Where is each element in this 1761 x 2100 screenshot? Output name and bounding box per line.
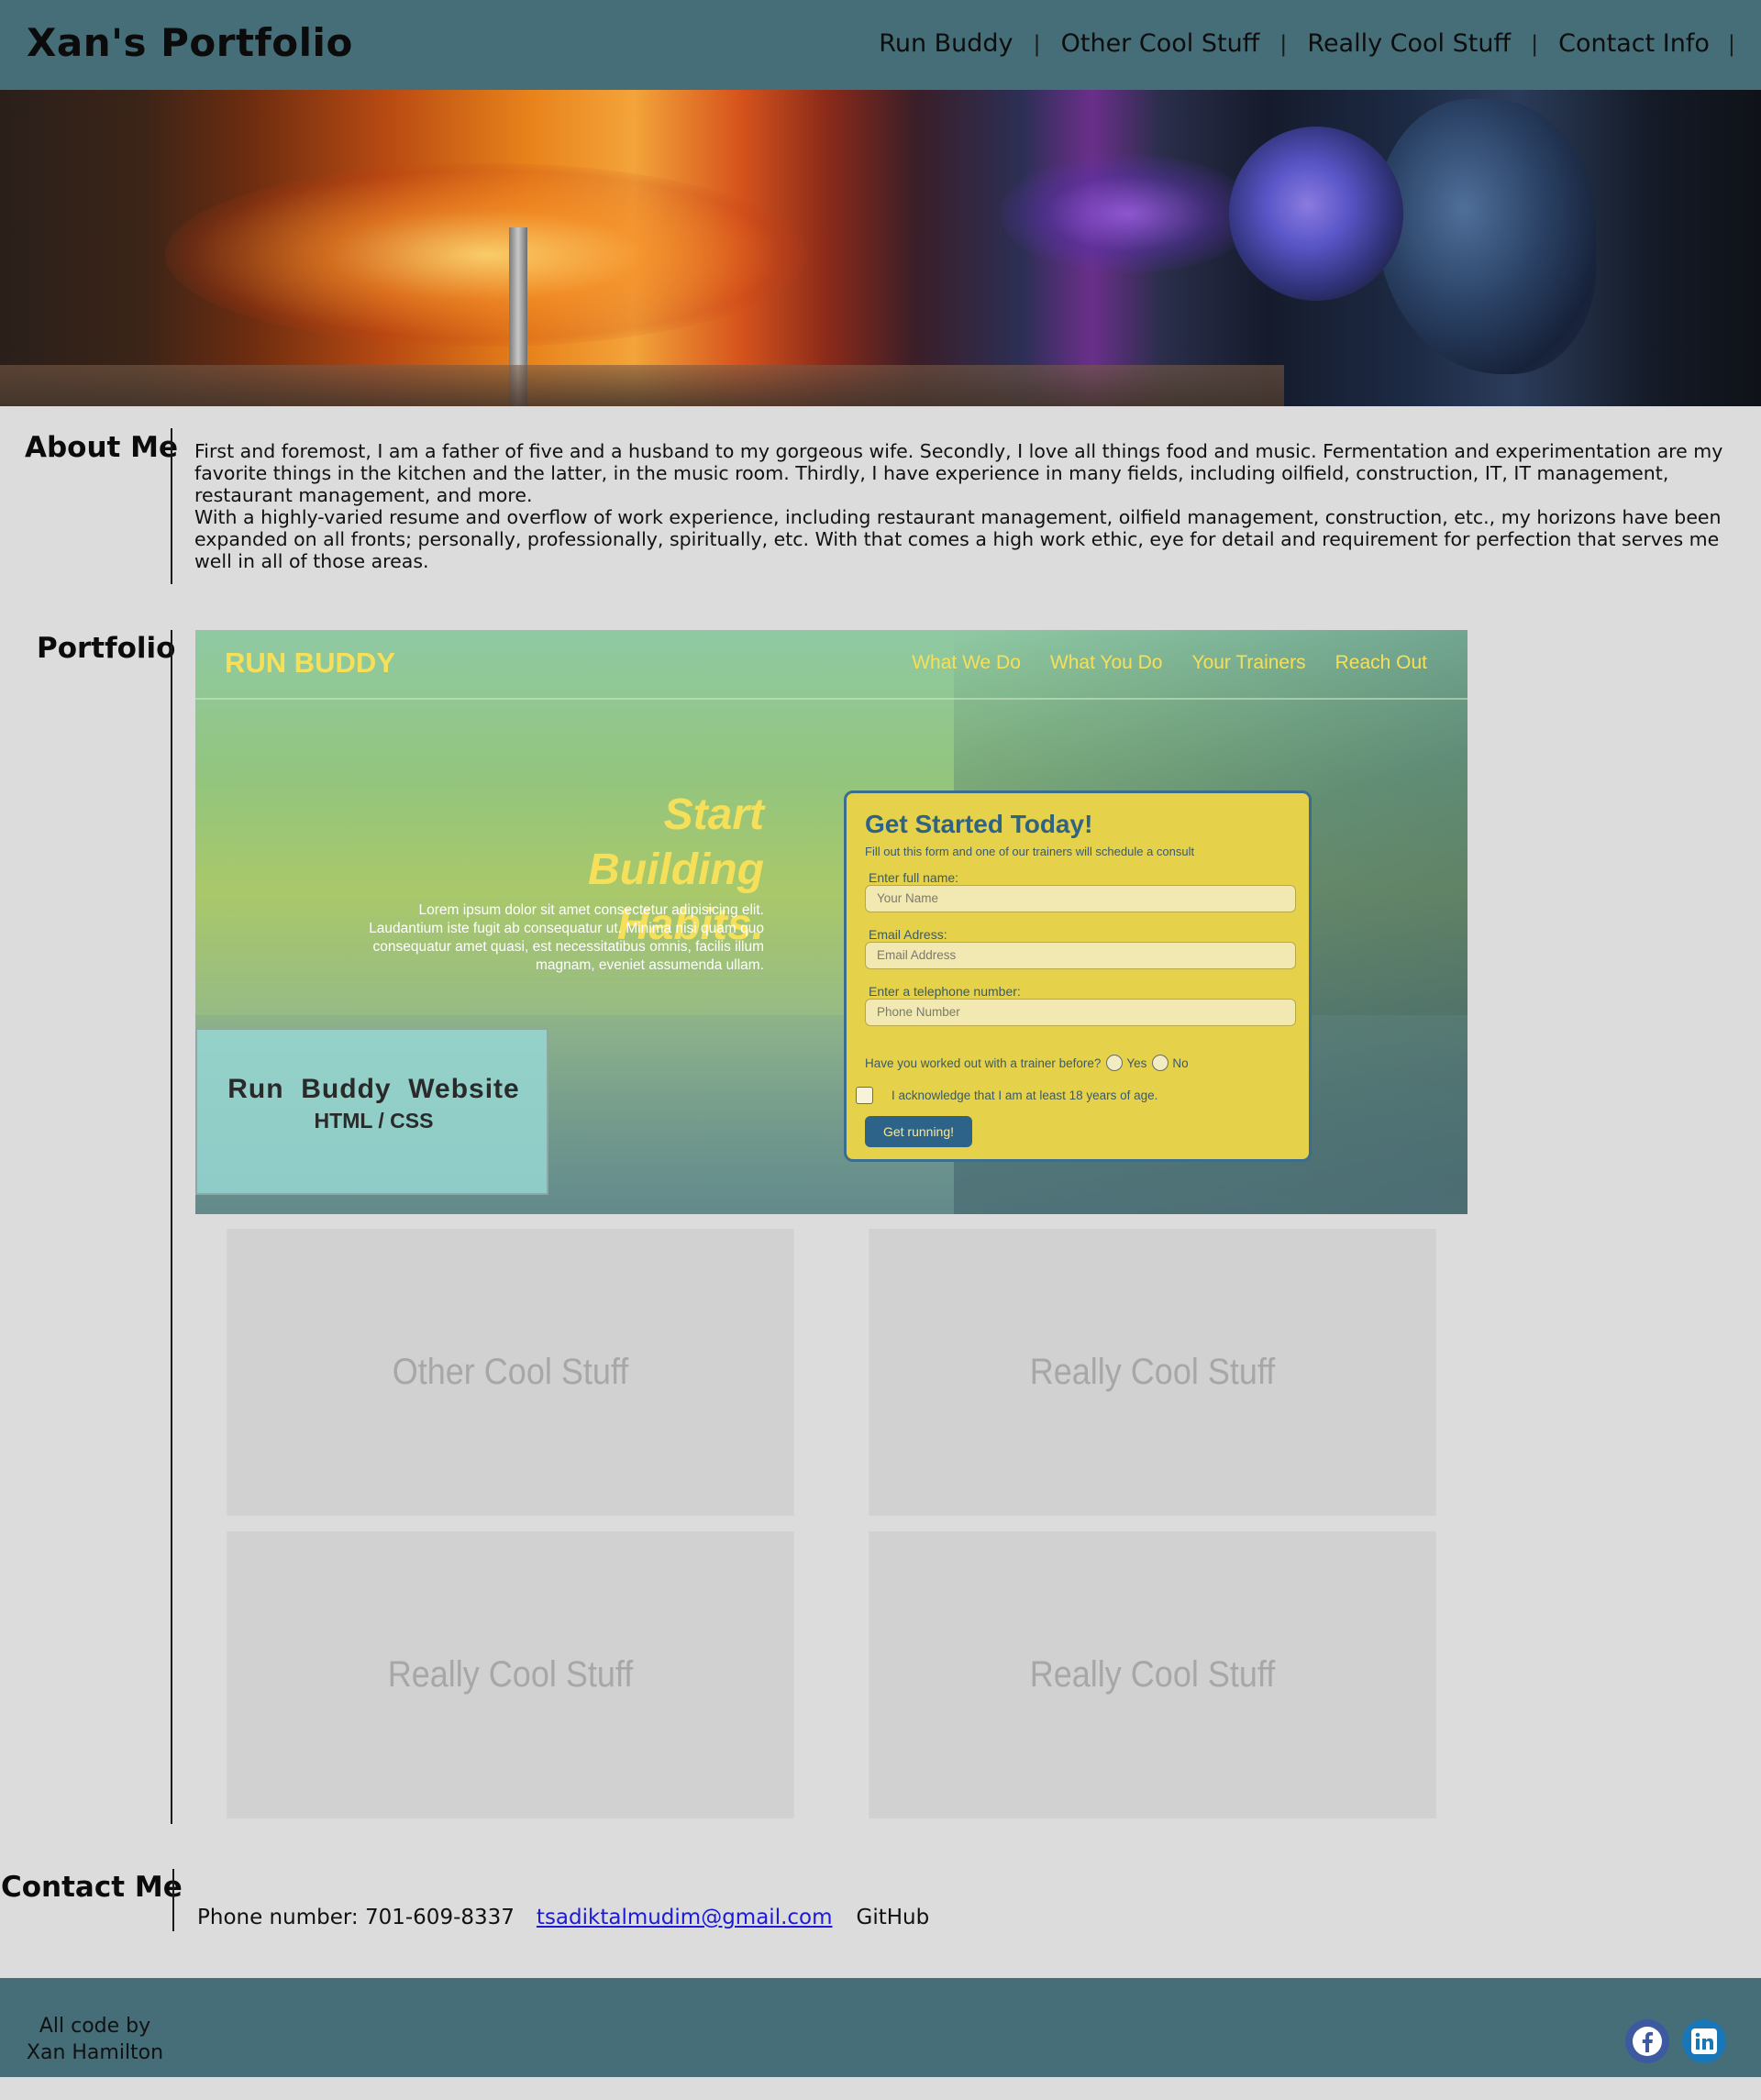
about-paragraph: With a highly-varied resume and overflow… [194, 506, 1722, 572]
portfolio-tile-really-cool-stuff[interactable]: Really Cool Stuff [869, 1229, 1436, 1516]
contact-details: Phone number: 701-609-8337 tsadiktalmudi… [197, 1906, 929, 1929]
about-heading: About Me [25, 431, 179, 464]
about-text: First and foremost, I am a father of fiv… [194, 440, 1754, 572]
rb-age-text: I acknowledge that I am at least 18 year… [892, 1089, 1158, 1102]
tile-label: Other Cool Stuff [392, 1352, 629, 1392]
contact-email-link[interactable]: tsadiktalmudim@gmail.com [537, 1906, 833, 1929]
tile-label: Really Cool Stuff [1029, 1654, 1276, 1695]
rb-name-label: Enter full name: [869, 870, 959, 885]
rb-header: RUN BUDDY What We Do What You Do Your Tr… [195, 630, 1468, 700]
portfolio-tile-really-cool-stuff[interactable]: Really Cool Stuff [227, 1531, 794, 1818]
nav-separator: | [1531, 30, 1539, 57]
footer-credit: All code by Xan Hamilton [24, 2013, 166, 2066]
tile-label: Really Cool Stuff [1029, 1352, 1276, 1392]
hero-purple-spray [1000, 154, 1257, 273]
rb-radio-yes-label: Yes [1126, 1056, 1147, 1070]
contact-github-link[interactable]: GitHub [857, 1906, 930, 1929]
rb-signup-form: Get Started Today! Fill out this form an… [844, 790, 1312, 1162]
footer-credit-line: Xan Hamilton [26, 2041, 164, 2064]
project-title: Run Buddy Website [227, 1074, 520, 1104]
contact-phone: Phone number: 701-609-8337 [197, 1906, 515, 1929]
nav-link-really-cool-stuff[interactable]: Really Cool Stuff [1307, 29, 1511, 58]
rb-question-text: Have you worked out with a trainer befor… [865, 1056, 1102, 1070]
linkedin-icon [1691, 2028, 1717, 2054]
rb-nav-item: What You Do [1049, 652, 1163, 673]
hero-banner-image [0, 90, 1761, 406]
nav-link-contact-info[interactable]: Contact Info [1558, 29, 1710, 58]
rb-radio-yes [1106, 1055, 1124, 1071]
rb-form-title: Get Started Today! [865, 810, 1093, 838]
nav-link-other-cool-stuff[interactable]: Other Cool Stuff [1061, 29, 1260, 58]
hero-fire-graffiti [165, 163, 807, 347]
nav-link-run-buddy[interactable]: Run Buddy [879, 29, 1013, 58]
main-nav: Run Buddy | Other Cool Stuff | Really Co… [879, 29, 1735, 58]
nav-separator: | [1727, 30, 1735, 57]
rb-headline-line: Start Building [588, 790, 764, 894]
portfolio-tile-other-cool-stuff[interactable]: Other Cool Stuff [227, 1229, 794, 1516]
about-paragraph: First and foremost, I am a father of fiv… [194, 440, 1723, 506]
rb-nav-item: Your Trainers [1191, 652, 1306, 673]
rb-nav-item: What We Do [912, 652, 1021, 673]
rb-get-running-button: Get running! [865, 1116, 972, 1147]
rb-phone-label: Enter a telephone number: [869, 984, 1021, 999]
site-header: Xan's Portfolio Run Buddy | Other Cool S… [0, 0, 1761, 90]
site-title: Xan's Portfolio [27, 20, 353, 65]
rb-form-subtitle: Fill out this form and one of our traine… [865, 845, 1195, 858]
portfolio-heading: Portfolio [37, 632, 176, 665]
hero-ground [0, 365, 1284, 406]
linkedin-link[interactable] [1682, 2019, 1726, 2063]
tile-label: Really Cool Stuff [387, 1654, 634, 1695]
rb-name-input: Your Name [865, 885, 1296, 912]
facebook-icon [1633, 2027, 1662, 2056]
portfolio-divider [171, 630, 172, 1824]
rb-email-label: Email Adress: [869, 927, 947, 942]
nav-separator: | [1033, 30, 1041, 57]
rb-nav: What We Do What You Do Your Trainers Rea… [912, 652, 1427, 674]
rb-phone-input: Phone Number [865, 999, 1296, 1026]
footer-credit-line: All code by [39, 2015, 151, 2038]
rb-lorem-text: Lorem ipsum dolor sit amet consectetur a… [369, 902, 764, 973]
about-divider [171, 428, 172, 584]
hero-spray-can [1229, 127, 1403, 301]
rb-email-input: Email Address [865, 942, 1296, 969]
rb-age-acknowledge: I acknowledge that I am at least 18 year… [856, 1087, 1157, 1104]
portfolio-tile-really-cool-stuff[interactable]: Really Cool Stuff [869, 1531, 1436, 1818]
nav-separator: | [1279, 30, 1288, 57]
rb-trainer-question: Have you worked out with a trainer befor… [865, 1055, 1189, 1071]
rb-logo: RUN BUDDY [225, 647, 395, 679]
rb-nav-item: Reach Out [1335, 652, 1427, 673]
contact-heading: Contact Me [1, 1871, 183, 1904]
rb-radio-no [1152, 1055, 1169, 1071]
project-tech: HTML / CSS [314, 1109, 434, 1133]
run-buddy-caption-card[interactable]: Run Buddy Website HTML / CSS [195, 1028, 548, 1195]
facebook-link[interactable] [1625, 2019, 1669, 2063]
run-buddy-project-card[interactable]: RUN BUDDY What We Do What You Do Your Tr… [195, 630, 1468, 1214]
hero-hand [1376, 99, 1596, 374]
rb-age-checkbox [856, 1087, 873, 1104]
rb-radio-no-label: No [1172, 1056, 1189, 1070]
site-footer: All code by Xan Hamilton [0, 1978, 1761, 2077]
contact-divider [172, 1869, 174, 1931]
